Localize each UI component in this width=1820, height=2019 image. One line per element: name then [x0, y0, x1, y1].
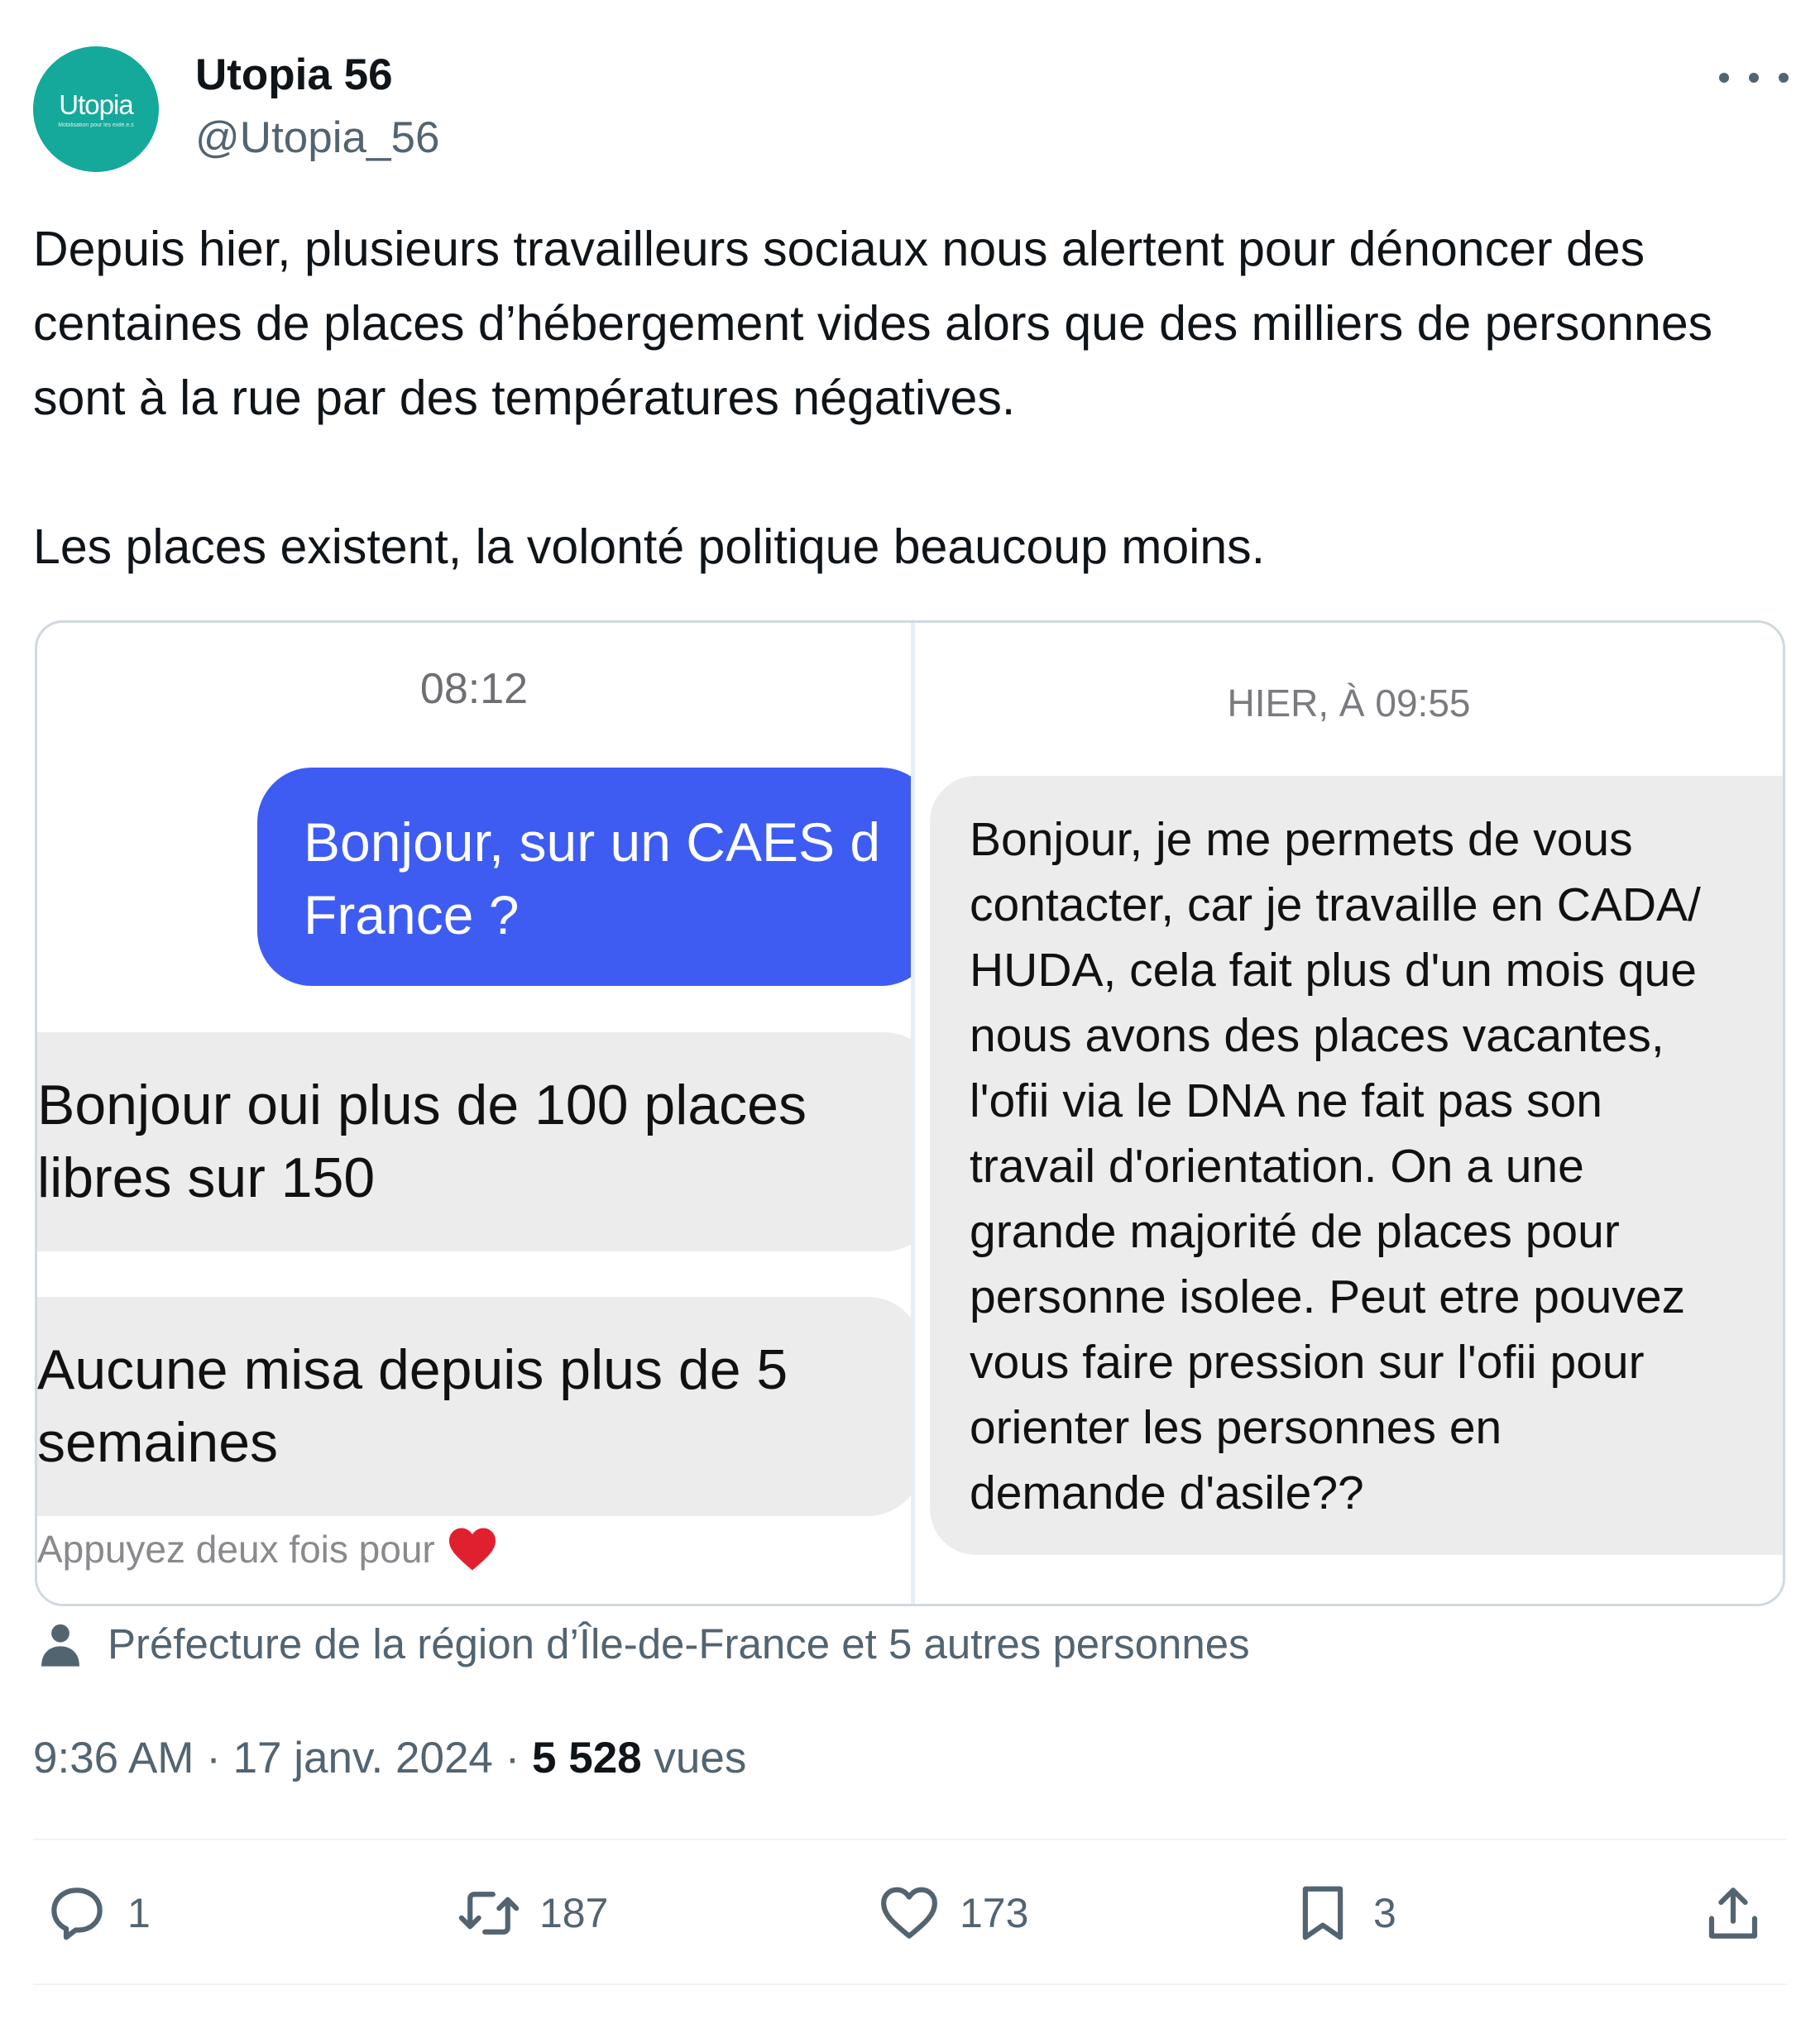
message-line: l'ofii via le DNA ne fait pas son	[970, 1074, 1602, 1127]
chat-timestamp: HIER, À 09:55	[1227, 682, 1471, 725]
chat-timestamp: 08:12	[419, 665, 529, 713]
double-tap-hint: Appuyez deux fois pour	[37, 1526, 498, 1572]
message-line: personne isolee. Peut etre pouvez	[970, 1270, 1686, 1323]
message-line: HUDA, cela fait plus d'un mois que	[970, 944, 1697, 997]
reply-count: 1	[127, 1890, 151, 1936]
media-image-right[interactable]: HIER, À 09:55 Bonjour, je me permets de …	[915, 623, 1783, 1604]
bookmark-button[interactable]: 3	[1291, 1876, 1396, 1950]
heart-icon	[881, 1887, 937, 1939]
message-line: orienter les personnes en	[970, 1401, 1502, 1454]
hint-text: Appuyez deux fois pour	[37, 1528, 435, 1571]
media-grid[interactable]: 08:12 Bonjour, sur un CAES d France ? Bo…	[35, 620, 1785, 1606]
heart-emoji-icon	[448, 1528, 496, 1571]
tagged-people-link[interactable]: Préfecture de la région d’Île-de-France …	[36, 1620, 1250, 1668]
received-message-bubble: Bonjour, je me permets de vous contacter…	[930, 776, 1783, 1555]
more-dot	[1749, 73, 1759, 83]
divider-line	[33, 1839, 1787, 1840]
message-line: vous faire pression sur l'ofii pour	[970, 1336, 1645, 1389]
retweet-count: 187	[539, 1890, 609, 1936]
tweet-text: Depuis hier, plusieurs travailleurs soci…	[33, 212, 1795, 584]
more-dot	[1779, 73, 1789, 83]
message-line: Bonjour oui plus de 100 places	[37, 1074, 807, 1136]
avatar-logo-text: Utopia	[59, 89, 133, 120]
divider-line	[33, 1983, 1787, 1985]
message-line: Aucune misa depuis plus de 5	[37, 1338, 788, 1401]
meta-separator: ·	[206, 1734, 233, 1782]
tweet: Utopia Mobilisation pour les exilé.e.s U…	[0, 0, 1820, 2019]
avatar[interactable]: Utopia Mobilisation pour les exilé.e.s	[33, 46, 159, 172]
bookmark-count: 3	[1373, 1890, 1396, 1936]
message-line: contacter, car je travaille en CADA/	[970, 878, 1701, 931]
media-image-left[interactable]: 08:12 Bonjour, sur un CAES d France ? Bo…	[37, 623, 911, 1604]
bookmark-icon	[1302, 1886, 1343, 1940]
tweet-paragraph: Les places existent, la volonté politiqu…	[33, 519, 1266, 574]
tweet-time[interactable]: 9:36 AM	[33, 1734, 194, 1782]
like-count: 173	[960, 1890, 1029, 1936]
tweet-paragraph: Depuis hier, plusieurs travailleurs soci…	[33, 222, 1713, 425]
action-bar: 1 187 173 3	[33, 1876, 1787, 1950]
more-dot	[1719, 73, 1729, 83]
meta-separator: ·	[505, 1734, 533, 1782]
message-line: France ?	[304, 884, 520, 945]
message-line: demande d'asile??	[970, 1466, 1364, 1519]
avatar-logo-subtext: Mobilisation pour les exilé.e.s	[58, 122, 134, 128]
display-name[interactable]: Utopia 56	[195, 50, 393, 100]
like-button[interactable]: 173	[877, 1876, 1028, 1950]
received-message-bubble: Aucune misa depuis plus de 5 semaines	[37, 1297, 911, 1516]
message-line: nous avons des places vacantes,	[970, 1009, 1664, 1062]
message-line: libres sur 150	[37, 1146, 376, 1209]
person-icon	[41, 1624, 79, 1667]
message-line: grande majorité de places pour	[970, 1205, 1620, 1258]
tagged-people-text: Préfecture de la région d’Île-de-France …	[108, 1620, 1250, 1667]
share-button[interactable]	[1701, 1876, 1765, 1950]
sent-message-bubble: Bonjour, sur un CAES d France ?	[257, 768, 911, 986]
more-options-icon[interactable]	[1719, 58, 1789, 98]
share-icon	[1708, 1887, 1758, 1939]
reply-icon	[51, 1887, 103, 1940]
tweet-meta: 9:36 AM · 17 janv. 2024 · 5 528 vues	[33, 1733, 746, 1783]
views-count: 5 528	[532, 1734, 642, 1782]
message-line: Bonjour, je me permets de vous	[970, 813, 1633, 866]
handle[interactable]: @Utopia_56	[195, 112, 439, 163]
retweet-button[interactable]: 187	[457, 1876, 608, 1950]
retweet-icon	[458, 1892, 520, 1935]
received-message-bubble: Bonjour oui plus de 100 places libres su…	[37, 1032, 911, 1251]
reply-button[interactable]: 1	[45, 1876, 151, 1950]
views-label: vues	[654, 1734, 747, 1782]
message-line: Bonjour, sur un CAES d	[304, 811, 881, 873]
message-line: semaines	[37, 1411, 279, 1474]
message-line: travail d'orientation. On a une	[970, 1140, 1584, 1193]
tweet-date[interactable]: 17 janv. 2024	[233, 1734, 493, 1782]
